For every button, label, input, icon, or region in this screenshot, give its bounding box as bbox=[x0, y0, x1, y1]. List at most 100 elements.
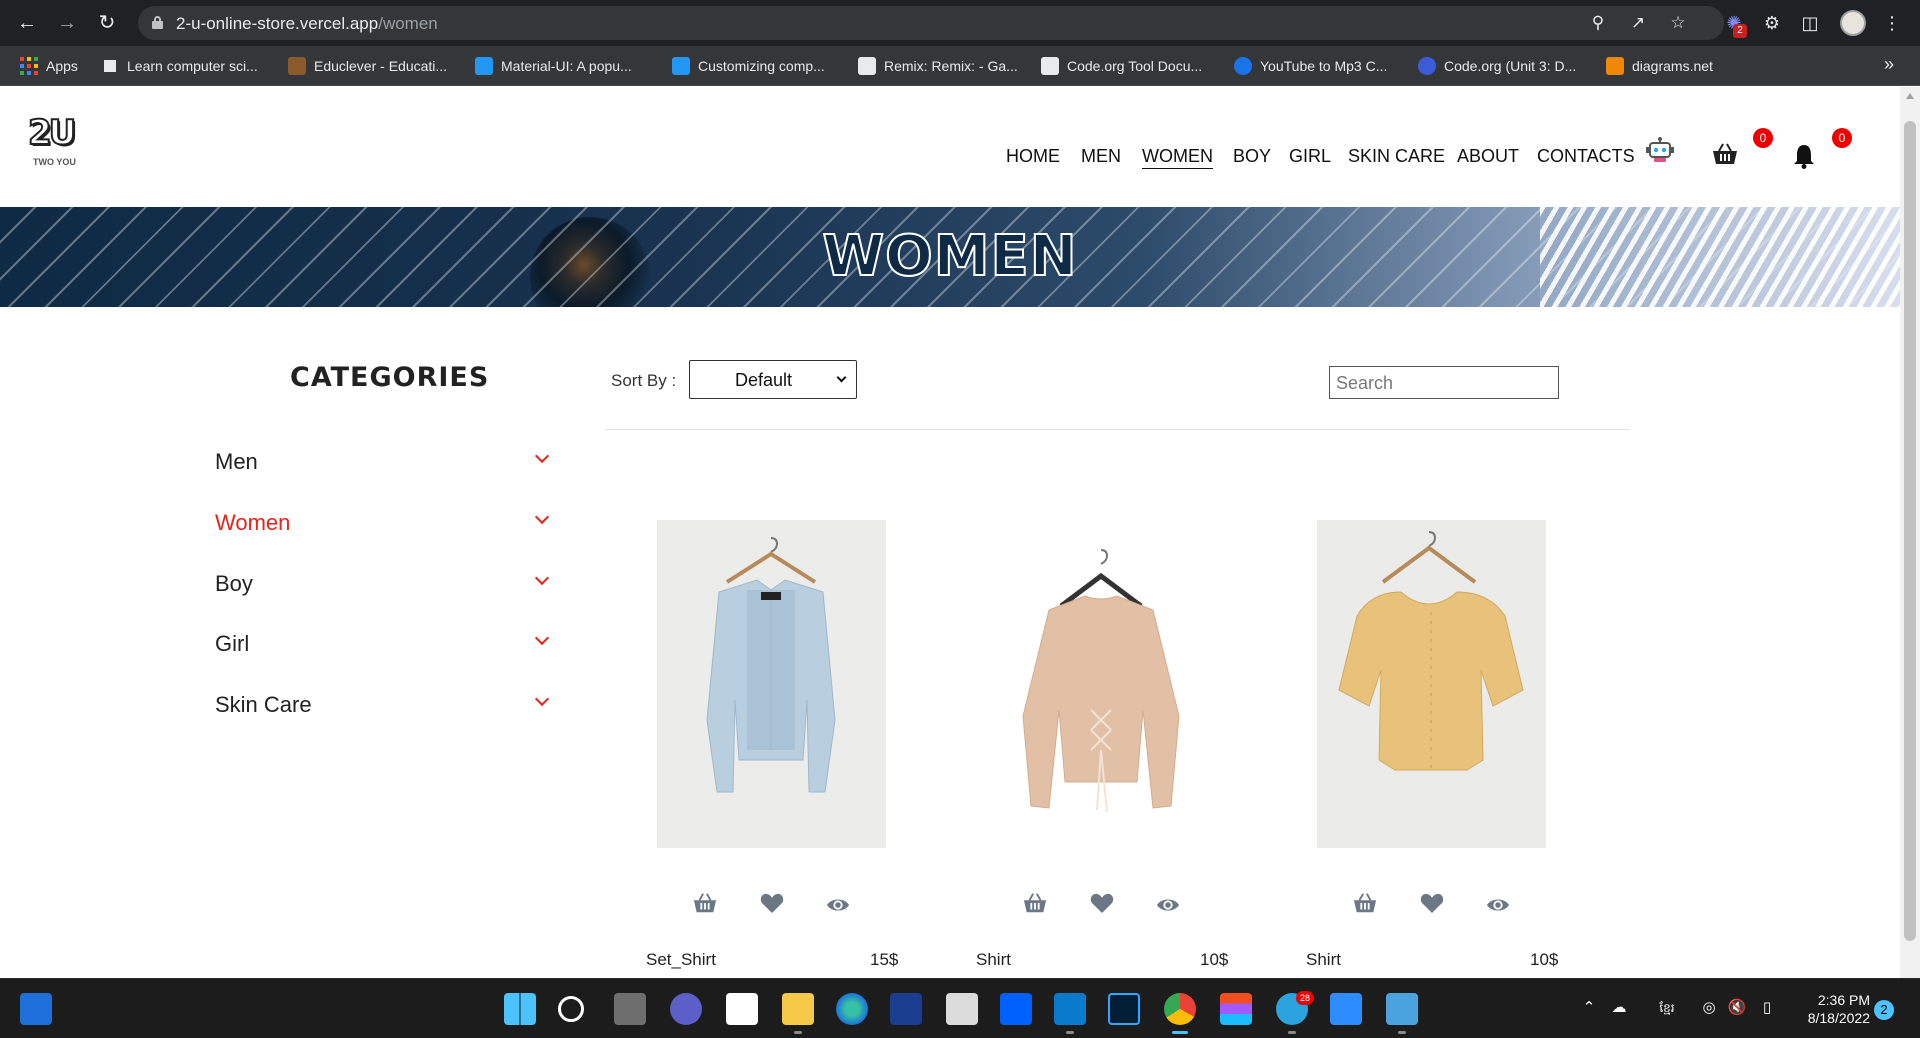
wishlist-heart-icon[interactable] bbox=[1090, 892, 1114, 914]
cardigan-set-image bbox=[657, 520, 886, 848]
category-label: Skin Care bbox=[215, 692, 312, 717]
product-image[interactable] bbox=[1317, 520, 1546, 848]
teams-chat-icon[interactable] bbox=[670, 993, 702, 1025]
product-name[interactable]: Set_Shirt bbox=[646, 950, 716, 970]
forward-arrow-icon[interactable]: → bbox=[54, 10, 80, 36]
category-skin-care[interactable]: Skin Care bbox=[215, 690, 555, 720]
chatbot-robot-icon[interactable] bbox=[1646, 137, 1674, 163]
product-price: 10$ bbox=[1530, 950, 1559, 969]
side-panel-icon[interactable]: ◫ bbox=[1798, 11, 1822, 35]
nav-girl[interactable]: GIRL bbox=[1289, 141, 1331, 171]
bookmark-label: Material-UI: A popu... bbox=[501, 58, 632, 74]
product-name[interactable]: Shirt bbox=[1306, 950, 1341, 970]
running-indicator bbox=[1288, 1031, 1296, 1034]
nav-boy[interactable]: BOY bbox=[1233, 141, 1271, 171]
bookmark-star-icon[interactable]: ☆ bbox=[1668, 13, 1688, 33]
clock-time: 2:36 PM bbox=[1817, 992, 1870, 1008]
add-to-cart-icon[interactable] bbox=[1023, 892, 1047, 914]
bookmark-label: Learn computer sci... bbox=[127, 58, 258, 74]
chrome-icon[interactable] bbox=[1164, 993, 1196, 1025]
product-image[interactable] bbox=[657, 520, 886, 848]
zoom-meetings-icon[interactable] bbox=[1330, 993, 1362, 1025]
educlever-icon bbox=[288, 57, 306, 75]
category-label: Boy bbox=[215, 571, 253, 596]
volume-muted-icon[interactable]: 🔇 bbox=[1726, 997, 1748, 1019]
category-women[interactable]: Women bbox=[215, 508, 555, 538]
nav-about[interactable]: ABOUT bbox=[1457, 141, 1519, 171]
vscode-icon[interactable] bbox=[1054, 993, 1086, 1025]
puzzle-extensions-icon[interactable]: ⚙ bbox=[1760, 11, 1784, 35]
bookmarks-overflow-icon[interactable]: » bbox=[1884, 54, 1894, 75]
bitrix-icon[interactable] bbox=[890, 993, 922, 1025]
profile-avatar[interactable] bbox=[1840, 10, 1866, 36]
product-card: Set_Shirt 15$ bbox=[646, 520, 976, 978]
edge-browser-icon[interactable] bbox=[836, 993, 868, 1025]
category-men[interactable]: Men bbox=[215, 447, 555, 477]
microsoft-store-icon[interactable] bbox=[946, 993, 978, 1025]
product-price: 15$ bbox=[870, 950, 899, 969]
product-image[interactable] bbox=[987, 520, 1216, 848]
reload-icon[interactable]: ↻ bbox=[94, 10, 120, 36]
clock[interactable]: 2:36 PM 8/18/2022 bbox=[1790, 991, 1870, 1027]
add-to-cart-icon[interactable] bbox=[693, 892, 717, 914]
quick-view-eye-icon[interactable] bbox=[1156, 894, 1180, 916]
quick-view-eye-icon[interactable] bbox=[1486, 894, 1510, 916]
zoom-icon[interactable]: ⚲ bbox=[1588, 13, 1608, 33]
category-girl[interactable]: Girl bbox=[215, 629, 555, 659]
diagrams-icon bbox=[1606, 57, 1624, 75]
category-boy[interactable]: Boy bbox=[215, 569, 555, 599]
page-scrollbar[interactable] bbox=[1900, 87, 1920, 978]
task-view-icon[interactable] bbox=[614, 993, 646, 1025]
amazon-icon[interactable] bbox=[726, 993, 758, 1025]
search-icon[interactable] bbox=[558, 996, 584, 1022]
address-bar[interactable]: 2-u-online-store.vercel.app/women ⚲ ↗ ☆ bbox=[138, 6, 1724, 40]
widgets-icon[interactable] bbox=[20, 993, 52, 1025]
dropbox-icon[interactable] bbox=[1000, 993, 1032, 1025]
product-name[interactable]: Shirt bbox=[976, 950, 1011, 970]
add-to-cart-icon[interactable] bbox=[1353, 892, 1377, 914]
scroll-thumb[interactable] bbox=[1904, 121, 1916, 941]
wishlist-heart-icon[interactable] bbox=[1420, 892, 1444, 914]
codeorg-icon bbox=[1041, 57, 1059, 75]
figma-icon[interactable] bbox=[1220, 993, 1252, 1025]
notification-bell-icon[interactable] bbox=[1792, 143, 1816, 169]
wifi-icon[interactable]: ◎ bbox=[1698, 997, 1720, 1019]
back-arrow-icon[interactable]: ← bbox=[14, 10, 40, 36]
site-logo[interactable]: 2U TWO YOU bbox=[27, 114, 88, 167]
extension-badge: 2 bbox=[1733, 24, 1747, 38]
battery-icon[interactable]: ▯ bbox=[1756, 997, 1778, 1019]
notepad-icon[interactable] bbox=[1386, 993, 1418, 1025]
chevron-down-icon[interactable] bbox=[534, 630, 550, 646]
scroll-up-arrow-icon[interactable] bbox=[1906, 93, 1914, 99]
bookmark-label: Code.org Tool Docu... bbox=[1067, 58, 1203, 74]
photoshop-icon[interactable] bbox=[1108, 993, 1140, 1025]
file-explorer-icon[interactable] bbox=[782, 993, 814, 1025]
nav-contacts[interactable]: CONTACTS bbox=[1537, 141, 1635, 171]
quick-view-eye-icon[interactable] bbox=[826, 894, 850, 916]
lock-icon[interactable] bbox=[152, 16, 163, 29]
windows-start-icon[interactable] bbox=[504, 993, 536, 1025]
chevron-up-icon[interactable]: ⌃ bbox=[1578, 997, 1600, 1019]
search-input[interactable]: Search bbox=[1329, 366, 1559, 399]
chevron-down-icon[interactable] bbox=[534, 570, 550, 586]
wishlist-heart-icon[interactable] bbox=[760, 892, 784, 914]
chevron-down-icon[interactable] bbox=[534, 691, 550, 707]
search-placeholder: Search bbox=[1336, 373, 1394, 393]
language-indicator[interactable]: ខ្មែរ bbox=[1650, 997, 1684, 1019]
bookmark-label: Apps bbox=[46, 58, 78, 74]
nav-men[interactable]: MEN bbox=[1081, 141, 1121, 171]
nav-home[interactable]: HOME bbox=[1006, 141, 1060, 171]
menu-kebab-icon[interactable]: ⋮ bbox=[1880, 11, 1904, 35]
chevron-down-icon[interactable] bbox=[534, 448, 550, 464]
onedrive-icon[interactable]: ☁ bbox=[1608, 997, 1630, 1019]
notification-center-badge[interactable]: 2 bbox=[1874, 1000, 1894, 1020]
download-cloud-icon bbox=[1234, 57, 1252, 75]
url-text[interactable]: 2-u-online-store.vercel.app/women bbox=[176, 14, 438, 34]
cart-basket-icon[interactable] bbox=[1712, 143, 1738, 165]
windows-taskbar: 28 ⌃ ☁ ខ្មែរ ◎ 🔇 ▯ 2:36 PM 8/18/2022 2 bbox=[0, 978, 1920, 1038]
chevron-down-icon[interactable] bbox=[534, 509, 550, 525]
nav-skin-care[interactable]: SKIN CARE bbox=[1348, 141, 1445, 171]
share-icon[interactable]: ↗ bbox=[1628, 13, 1648, 33]
sort-select[interactable]: Default bbox=[689, 360, 857, 399]
nav-women[interactable]: WOMEN bbox=[1142, 141, 1213, 171]
